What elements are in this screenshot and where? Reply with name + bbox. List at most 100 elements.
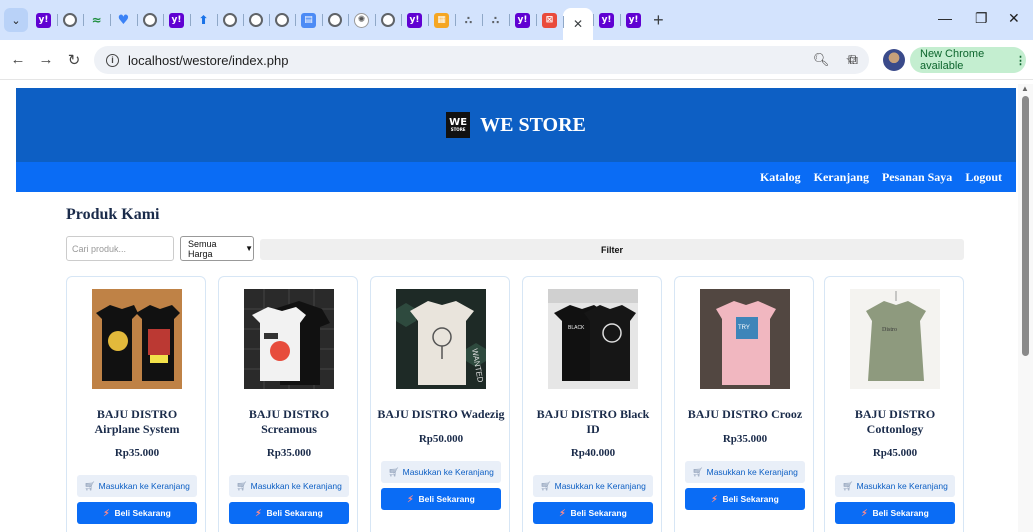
add-to-cart-button[interactable]: 🛒︎ Masukkan ke Keranjang — [381, 461, 501, 483]
buy-now-button[interactable]: ⚡︎ Beli Sekarang — [229, 502, 349, 524]
product-image[interactable]: WANTED — [396, 289, 486, 389]
tab[interactable]: ✺ — [348, 6, 375, 34]
tab[interactable]: y! — [30, 6, 57, 34]
add-to-cart-label: Masukkan ke Keranjang — [402, 467, 494, 477]
webpage: WE STORE WE STORE Katalog Keranjang Pesa… — [16, 88, 1016, 532]
close-icon[interactable]: ✕ — [573, 17, 583, 31]
product-card: BLACK BAJU DISTRO Black ID Rp40.000 🛒︎ Ma… — [522, 276, 662, 532]
doc-icon: ▤ — [301, 12, 316, 28]
logo-subtext: STORE — [450, 127, 466, 132]
tab-search-chevron-icon[interactable]: ⌄ — [4, 8, 28, 32]
info-icon[interactable]: i — [106, 53, 119, 67]
tab[interactable] — [322, 6, 348, 34]
buy-now-label: Beli Sekarang — [418, 494, 475, 504]
scroll-thumb[interactable] — [1022, 96, 1029, 356]
product-price: Rp45.000 — [872, 447, 918, 459]
add-to-cart-button[interactable]: 🛒︎ Masukkan ke Keranjang — [77, 475, 197, 497]
add-to-cart-label: Masukkan ke Keranjang — [554, 481, 646, 491]
buy-now-button[interactable]: ⚡︎ Beli Sekarang — [533, 502, 653, 524]
tab[interactable]: y! — [620, 6, 647, 34]
tab[interactable]: ≈ — [83, 6, 110, 34]
tab[interactable]: ∴ — [482, 6, 509, 34]
tab[interactable] — [243, 6, 269, 34]
price-select[interactable]: Semua Harga ▼ — [180, 236, 254, 261]
product-image[interactable] — [92, 289, 182, 389]
tab[interactable]: ▤ — [295, 6, 322, 34]
product-image[interactable] — [244, 289, 334, 389]
product-image[interactable]: BLACK — [548, 289, 638, 389]
app-icon: ⊠ — [542, 12, 557, 28]
search-input[interactable]: Cari produk... — [66, 236, 174, 261]
filter-button[interactable]: Filter — [260, 239, 964, 260]
tab[interactable]: ∴ — [455, 6, 482, 34]
lightning-icon: ⚡︎ — [103, 507, 110, 518]
scroll-up-icon[interactable]: ▲ — [1021, 84, 1029, 93]
tab[interactable]: ⊠ — [536, 6, 563, 34]
drive-icon: ∴ — [491, 13, 500, 27]
globe-icon — [223, 13, 237, 27]
browser-toolbar: ← → ↻ i localhost/westore/index.php 🔍︎ ☆… — [0, 40, 1033, 80]
scrollbar[interactable]: ▲ — [1018, 84, 1033, 532]
app-icon: ▦ — [434, 12, 449, 28]
product-price: Rp35.000 — [114, 447, 160, 459]
tab[interactable]: y! — [509, 6, 536, 34]
close-window-icon[interactable]: ✕ — [1008, 10, 1020, 27]
tab[interactable]: ▦ — [428, 6, 455, 34]
svg-text:BLACK: BLACK — [568, 325, 585, 331]
nav-keranjang[interactable]: Keranjang — [814, 170, 869, 185]
avatar[interactable] — [883, 49, 905, 71]
add-to-cart-label: Masukkan ke Keranjang — [706, 467, 798, 477]
product-image[interactable]: Distro — [850, 289, 940, 389]
buy-now-label: Beli Sekarang — [114, 508, 171, 518]
extensions-icon[interactable]: ⧉ — [848, 51, 858, 68]
nav-pesanan-saya[interactable]: Pesanan Saya — [882, 170, 952, 185]
add-to-cart-button[interactable]: 🛒︎ Masukkan ke Keranjang — [229, 475, 349, 497]
tab[interactable]: y! — [401, 6, 428, 34]
add-to-cart-button[interactable]: 🛒︎ Masukkan ke Keranjang — [835, 475, 955, 497]
tab[interactable] — [217, 6, 243, 34]
tab-active[interactable]: ✕ — [563, 8, 594, 40]
zoom-icon[interactable]: 🔍︎ — [813, 52, 830, 68]
tab[interactable]: y! — [163, 6, 190, 34]
add-to-cart-button[interactable]: 🛒︎ Masukkan ke Keranjang — [685, 461, 805, 483]
product-card: BAJU DISTRO Airplane System Rp35.000 🛒︎ M… — [66, 276, 206, 532]
cart-icon: 🛒︎ — [388, 466, 400, 477]
buy-now-button[interactable]: ⚡︎ Beli Sekarang — [77, 502, 197, 524]
update-chrome-button[interactable]: New Chrome available ⋮ — [910, 47, 1026, 73]
tab[interactable]: ♥ — [110, 6, 137, 34]
tab[interactable]: y! — [593, 6, 620, 34]
lightning-icon: ⚡︎ — [255, 507, 262, 518]
product-name: BAJU DISTRO Black ID — [536, 407, 650, 436]
update-label: New Chrome available — [920, 48, 985, 72]
product-card: Distro BAJU DISTRO Cottonlogy Rp45.000 🛒… — [824, 276, 964, 532]
buy-now-button[interactable]: ⚡︎ Beli Sekarang — [835, 502, 955, 524]
tab[interactable] — [57, 6, 83, 34]
product-image[interactable]: TRY — [700, 289, 790, 389]
tab[interactable] — [269, 6, 295, 34]
product-name: BAJU DISTRO Screamous — [248, 407, 330, 436]
address-bar[interactable]: i localhost/westore/index.php 🔍︎ ☆ — [94, 46, 869, 74]
product-price: Rp35.000 — [722, 433, 768, 445]
globe-icon — [275, 13, 289, 27]
tab[interactable] — [375, 6, 401, 34]
product-price: Rp50.000 — [418, 433, 464, 445]
forward-icon[interactable]: → — [32, 51, 60, 68]
nav-logout[interactable]: Logout — [965, 170, 1002, 185]
tab[interactable] — [137, 6, 163, 34]
add-to-cart-button[interactable]: 🛒︎ Masukkan ke Keranjang — [533, 475, 653, 497]
buy-now-button[interactable]: ⚡︎ Beli Sekarang — [381, 488, 501, 510]
url-text[interactable]: localhost/westore/index.php — [128, 53, 288, 68]
minimize-icon[interactable]: — — [938, 10, 952, 26]
restore-icon[interactable]: ❐ — [975, 10, 988, 27]
cart-icon: 🛒︎ — [692, 466, 704, 477]
buy-now-button[interactable]: ⚡︎ Beli Sekarang — [685, 488, 805, 510]
globe-icon — [381, 13, 395, 27]
tab[interactable]: ⬆ — [190, 6, 217, 34]
reload-icon[interactable]: ↻ — [60, 51, 88, 69]
new-tab-icon[interactable]: + — [653, 10, 664, 31]
upload-icon: ⬆ — [198, 13, 209, 27]
back-icon[interactable]: ← — [4, 51, 32, 68]
heart-icon: ♥ — [117, 12, 130, 28]
globe-icon — [249, 13, 263, 27]
nav-katalog[interactable]: Katalog — [760, 170, 801, 185]
